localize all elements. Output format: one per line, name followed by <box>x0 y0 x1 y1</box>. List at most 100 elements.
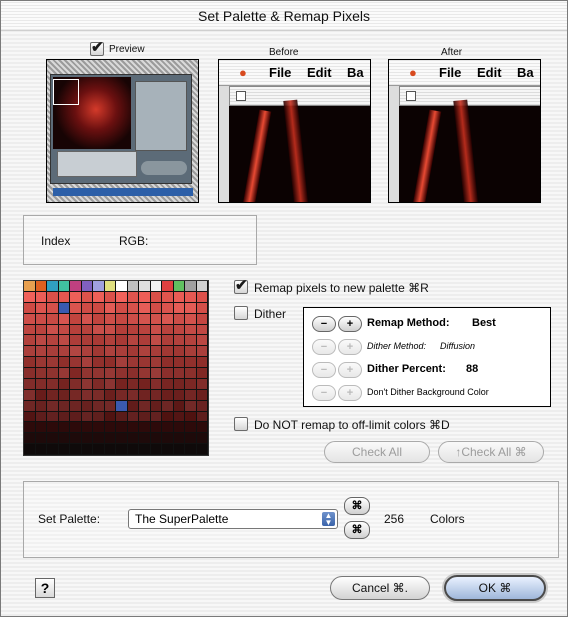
palette-swatch[interactable] <box>185 433 197 445</box>
palette-swatch[interactable] <box>81 389 93 401</box>
palette-swatch[interactable] <box>139 291 151 303</box>
palette-swatch[interactable] <box>173 433 185 445</box>
palette-swatch[interactable] <box>35 335 47 347</box>
palette-swatch[interactable] <box>139 368 151 379</box>
palette-grid[interactable] <box>23 280 209 456</box>
remap-method-increment[interactable]: + <box>338 316 362 332</box>
palette-swatch[interactable] <box>173 335 185 347</box>
palette-swatch[interactable] <box>47 422 59 434</box>
dont-dither-bg-increment[interactable]: + <box>338 385 362 401</box>
palette-swatch[interactable] <box>81 422 93 434</box>
palette-swatch[interactable] <box>104 368 116 379</box>
palette-swatch[interactable] <box>116 378 128 390</box>
palette-swatch[interactable] <box>150 324 162 336</box>
palette-swatch[interactable] <box>139 335 151 347</box>
palette-swatch[interactable] <box>116 357 128 368</box>
palette-swatch[interactable] <box>173 389 185 401</box>
palette-swatch[interactable] <box>104 335 116 347</box>
palette-swatch[interactable] <box>24 324 36 336</box>
palette-swatch[interactable] <box>35 378 47 390</box>
palette-swatch[interactable] <box>47 313 59 325</box>
palette-swatch[interactable] <box>139 411 151 423</box>
palette-swatch[interactable] <box>104 302 116 314</box>
palette-swatch[interactable] <box>24 346 36 358</box>
palette-swatch[interactable] <box>81 368 93 379</box>
palette-swatch[interactable] <box>139 433 151 445</box>
palette-swatch[interactable] <box>173 346 185 358</box>
palette-swatch[interactable] <box>58 335 70 347</box>
palette-swatch[interactable] <box>47 411 59 423</box>
palette-swatch[interactable] <box>93 368 105 379</box>
palette-swatch[interactable] <box>173 291 185 303</box>
palette-swatch[interactable] <box>93 281 105 292</box>
palette-swatch[interactable] <box>58 433 70 445</box>
palette-swatch[interactable] <box>47 357 59 368</box>
palette-swatch[interactable] <box>127 346 139 358</box>
palette-swatch[interactable] <box>104 433 116 445</box>
palette-swatch[interactable] <box>81 400 93 412</box>
palette-swatch[interactable] <box>81 324 93 336</box>
palette-swatch[interactable] <box>58 324 70 336</box>
dither-method-increment[interactable]: + <box>338 339 362 355</box>
palette-swatch[interactable] <box>116 324 128 336</box>
palette-swatch[interactable] <box>93 411 105 423</box>
palette-swatch[interactable] <box>127 389 139 401</box>
palette-swatch[interactable] <box>47 346 59 358</box>
palette-swatch[interactable] <box>47 368 59 379</box>
palette-swatch[interactable] <box>35 291 47 303</box>
palette-swatch[interactable] <box>81 291 93 303</box>
palette-swatch[interactable] <box>150 368 162 379</box>
palette-swatch[interactable] <box>81 313 93 325</box>
palette-swatch[interactable] <box>35 444 47 455</box>
palette-swatch[interactable] <box>70 433 82 445</box>
palette-swatch[interactable] <box>185 378 197 390</box>
palette-swatch[interactable] <box>116 281 128 292</box>
palette-swatch[interactable] <box>185 335 197 347</box>
palette-swatch[interactable] <box>35 433 47 445</box>
palette-swatch[interactable] <box>70 411 82 423</box>
palette-swatch[interactable] <box>173 313 185 325</box>
palette-swatch[interactable] <box>162 433 174 445</box>
palette-swatch[interactable] <box>196 281 208 292</box>
palette-swatch[interactable] <box>196 368 208 379</box>
palette-swatch[interactable] <box>150 411 162 423</box>
palette-swatch[interactable] <box>24 335 36 347</box>
palette-swatch[interactable] <box>196 324 208 336</box>
palette-swatch[interactable] <box>58 302 70 314</box>
palette-swatch[interactable] <box>196 302 208 314</box>
palette-swatch[interactable] <box>116 400 128 412</box>
palette-swatch[interactable] <box>127 313 139 325</box>
palette-swatch[interactable] <box>104 291 116 303</box>
palette-swatch[interactable] <box>116 302 128 314</box>
palette-swatch[interactable] <box>104 389 116 401</box>
palette-swatch[interactable] <box>35 324 47 336</box>
palette-swatch[interactable] <box>185 291 197 303</box>
palette-swatch[interactable] <box>185 281 197 292</box>
palette-swatch[interactable] <box>127 444 139 455</box>
palette-swatch[interactable] <box>173 324 185 336</box>
palette-swatch[interactable] <box>185 400 197 412</box>
palette-swatch[interactable] <box>47 324 59 336</box>
palette-swatch[interactable] <box>162 368 174 379</box>
palette-swatch[interactable] <box>35 400 47 412</box>
palette-swatch[interactable] <box>24 281 36 292</box>
palette-swatch[interactable] <box>150 335 162 347</box>
palette-swatch[interactable] <box>196 335 208 347</box>
palette-swatch[interactable] <box>81 281 93 292</box>
palette-swatch[interactable] <box>47 433 59 445</box>
palette-swatch[interactable] <box>127 378 139 390</box>
palette-swatch[interactable] <box>58 444 70 455</box>
palette-swatch[interactable] <box>58 368 70 379</box>
palette-swatch[interactable] <box>93 400 105 412</box>
dither-checkbox[interactable] <box>234 306 248 320</box>
palette-swatch[interactable] <box>196 291 208 303</box>
palette-swatch[interactable] <box>139 422 151 434</box>
palette-swatch[interactable] <box>127 324 139 336</box>
palette-swatch[interactable] <box>104 324 116 336</box>
palette-swatch[interactable] <box>70 357 82 368</box>
palette-swatch[interactable] <box>81 346 93 358</box>
palette-swatch[interactable] <box>104 357 116 368</box>
check-all-button[interactable]: Check All <box>324 441 430 463</box>
palette-swatch[interactable] <box>162 291 174 303</box>
palette-swatch[interactable] <box>116 389 128 401</box>
